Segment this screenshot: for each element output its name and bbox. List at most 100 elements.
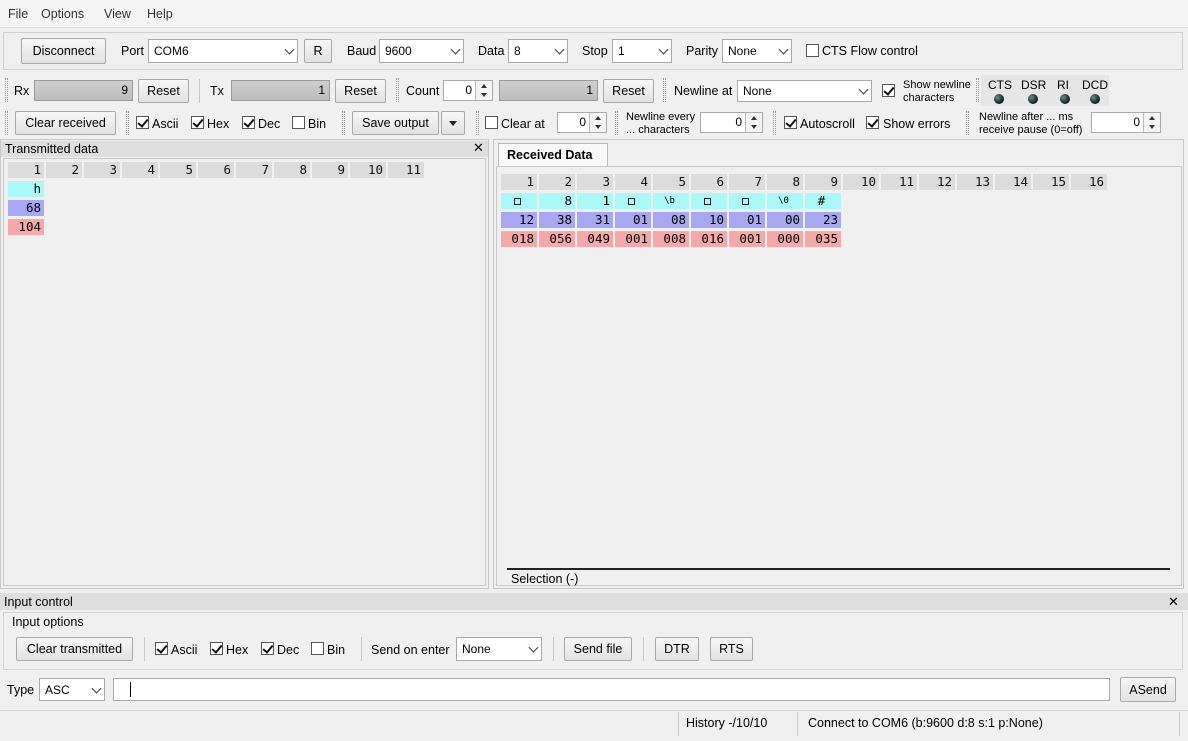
received-dec-cell[interactable]: 018 <box>501 231 537 247</box>
received-hex-cell[interactable]: 23 <box>805 212 841 228</box>
nonprintable-char-icon <box>514 198 521 205</box>
nonprintable-char-icon <box>628 198 635 205</box>
rx-bin-checkbox[interactable] <box>292 116 305 129</box>
received-ascii-cell[interactable] <box>691 193 727 209</box>
show-errors-checkbox[interactable] <box>866 116 879 129</box>
received-ascii-cell[interactable] <box>501 193 537 209</box>
arrow-down-icon[interactable] <box>751 125 757 129</box>
menu-file[interactable]: File <box>8 7 28 21</box>
transmitted-hex-cell[interactable]: 68 <box>8 200 44 216</box>
count-reset-button[interactable]: Reset <box>603 79 654 103</box>
transmitted-column-header: 9 <box>312 162 348 178</box>
newline-after-spinbox[interactable]: 0 <box>1091 112 1161 133</box>
newline-at-select[interactable]: None <box>737 80 872 102</box>
parity-select[interactable]: None <box>722 39 792 63</box>
arrow-down-icon[interactable] <box>1149 125 1155 129</box>
rx-dec-checkbox[interactable] <box>242 116 255 129</box>
menu-options[interactable]: Options <box>41 7 84 21</box>
port-label: Port <box>121 44 144 58</box>
arrow-up-icon[interactable] <box>595 116 601 120</box>
received-ascii-cell[interactable]: 8 <box>539 193 575 209</box>
newline-every-spinbox[interactable]: 0 <box>700 112 763 133</box>
stop-bits-select[interactable]: 1 <box>612 39 672 63</box>
asend-button[interactable]: ASend <box>1120 677 1176 702</box>
received-hex-cell[interactable]: 08 <box>653 212 689 228</box>
separator <box>643 637 644 661</box>
received-ascii-cell[interactable] <box>729 193 765 209</box>
show-newline-checkbox[interactable] <box>882 84 895 97</box>
baud-select[interactable]: 9600 <box>379 39 464 63</box>
received-dec-cell[interactable]: 035 <box>805 231 841 247</box>
type-select[interactable]: ASC <box>39 678 105 701</box>
clear-received-button[interactable]: Clear received <box>15 111 116 135</box>
received-hex-cell[interactable]: 01 <box>615 212 651 228</box>
received-tab[interactable]: Received Data <box>498 143 608 167</box>
arrow-up-icon[interactable] <box>1149 116 1155 120</box>
clear-at-spinbox[interactable]: 0 <box>557 112 607 133</box>
received-dec-cell[interactable]: 056 <box>539 231 575 247</box>
rx-counter: 9 <box>34 80 133 101</box>
received-dec-cell[interactable]: 016 <box>691 231 727 247</box>
rx-reset-button[interactable]: Reset <box>138 79 189 103</box>
received-dec-cell[interactable]: 001 <box>729 231 765 247</box>
count-spinbox[interactable]: 0 <box>443 80 493 101</box>
port-select[interactable]: COM6 <box>148 39 298 63</box>
send-input-field[interactable] <box>113 678 1110 701</box>
tx-hex-checkbox[interactable] <box>210 642 223 655</box>
received-hex-cell[interactable]: 31 <box>577 212 613 228</box>
separator <box>553 637 554 661</box>
arrow-up-icon[interactable] <box>751 116 757 120</box>
received-dec-cell[interactable]: 000 <box>767 231 803 247</box>
received-ascii-cell[interactable] <box>615 193 651 209</box>
received-dec-cell[interactable]: 049 <box>577 231 613 247</box>
menu-view[interactable]: View <box>104 7 131 21</box>
clear-at-checkbox[interactable] <box>485 116 498 129</box>
rts-button[interactable]: RTS <box>710 637 753 661</box>
tx-bin-checkbox[interactable] <box>311 642 324 655</box>
newline-every-label-2: ... characters <box>626 124 690 136</box>
transmitted-column-header: 10 <box>350 162 386 178</box>
close-icon[interactable]: ✕ <box>1168 594 1179 610</box>
received-hex-cell[interactable]: 38 <box>539 212 575 228</box>
menu-help[interactable]: Help <box>147 7 173 21</box>
received-ascii-cell[interactable]: 1 <box>577 193 613 209</box>
received-hex-cell[interactable]: 12 <box>501 212 537 228</box>
separator <box>678 712 679 736</box>
toolbar-grip <box>126 111 129 135</box>
save-output-button[interactable]: Save output <box>352 111 439 135</box>
tx-dec-checkbox[interactable] <box>261 642 274 655</box>
rx-ascii-checkbox[interactable] <box>136 116 149 129</box>
received-dec-cell[interactable]: 001 <box>615 231 651 247</box>
autoscroll-label: Autoscroll <box>800 117 855 131</box>
send-file-button[interactable]: Send file <box>564 637 632 661</box>
refresh-ports-button[interactable]: R <box>304 39 332 63</box>
autoscroll-checkbox[interactable] <box>784 116 797 129</box>
chevron-down-icon <box>778 44 789 55</box>
received-tab-label: Received Data <box>507 148 593 162</box>
rx-hex-checkbox[interactable] <box>191 116 204 129</box>
transmitted-ascii-cell[interactable]: h <box>8 181 44 197</box>
received-ascii-cell[interactable]: \0 <box>767 193 803 209</box>
received-hex-cell[interactable]: 10 <box>691 212 727 228</box>
data-bits-select[interactable]: 8 <box>508 39 568 63</box>
received-hex-cell[interactable]: 00 <box>767 212 803 228</box>
send-on-enter-select[interactable]: None <box>456 637 542 661</box>
input-control-title: Input control <box>4 595 73 609</box>
arrow-down-icon[interactable] <box>481 93 487 97</box>
received-ascii-cell[interactable]: # <box>805 193 841 209</box>
dtr-button[interactable]: DTR <box>655 637 699 661</box>
received-hex-cell[interactable]: 01 <box>729 212 765 228</box>
transmitted-dec-cell[interactable]: 104 <box>8 219 44 235</box>
arrow-down-icon[interactable] <box>595 125 601 129</box>
received-dec-cell[interactable]: 008 <box>653 231 689 247</box>
tx-ascii-checkbox[interactable] <box>155 642 168 655</box>
cts-flow-checkbox[interactable] <box>806 44 819 57</box>
save-output-dropdown[interactable] <box>441 111 465 135</box>
input-options-label: Input options <box>12 615 84 629</box>
tx-reset-button[interactable]: Reset <box>335 79 386 103</box>
clear-transmitted-button[interactable]: Clear transmitted <box>16 637 133 661</box>
received-ascii-cell[interactable]: \b <box>653 193 689 209</box>
close-icon[interactable]: ✕ <box>473 140 484 156</box>
arrow-up-icon[interactable] <box>481 84 487 88</box>
disconnect-button[interactable]: Disconnect <box>21 38 106 64</box>
